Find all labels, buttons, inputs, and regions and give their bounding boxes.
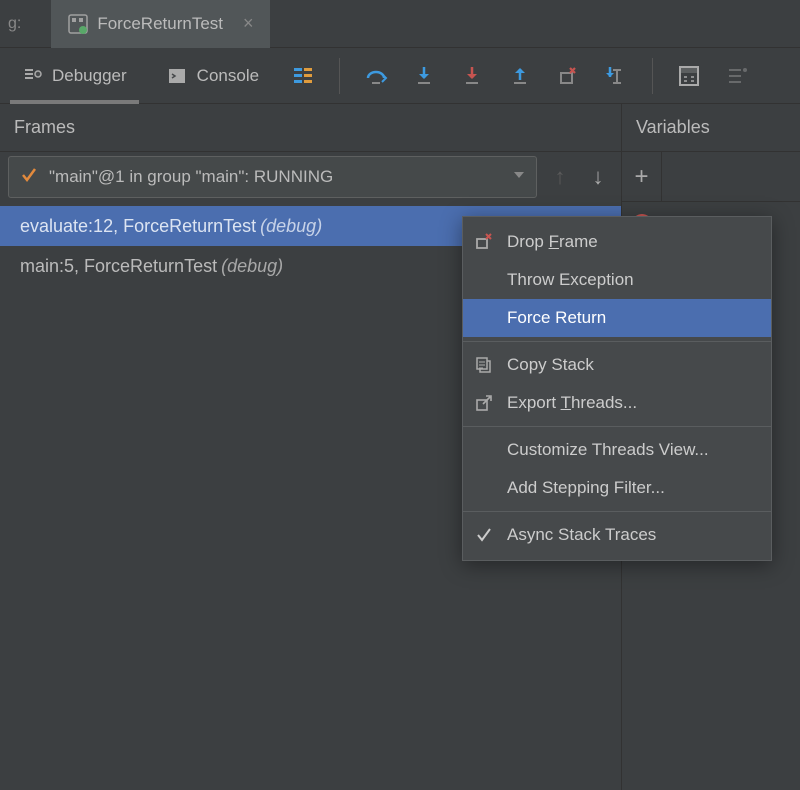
- check-icon: [473, 526, 495, 544]
- frame-location: main:5, ForceReturnTest: [20, 256, 217, 277]
- copy-icon: [473, 356, 495, 374]
- separator: [463, 511, 771, 512]
- debugger-toolbar: Debugger Console: [0, 48, 800, 104]
- separator: [652, 58, 653, 94]
- thread-selector[interactable]: "main"@1 in group "main": RUNNING: [8, 156, 537, 198]
- ctx-label: Add Stepping Filter...: [507, 478, 665, 498]
- run-config-icon: [67, 13, 89, 35]
- variables-header: Variables: [622, 104, 800, 152]
- separator: [463, 426, 771, 427]
- close-icon[interactable]: ×: [243, 13, 254, 34]
- ctx-force-return[interactable]: Force Return: [463, 299, 771, 337]
- step-over-icon[interactable]: [360, 60, 392, 92]
- frame-location: evaluate:12, ForceReturnTest: [20, 216, 256, 237]
- debugger-icon: [22, 66, 42, 86]
- ctx-throw-exception[interactable]: Throw Exception: [463, 261, 771, 299]
- export-icon: [473, 394, 495, 412]
- tab-debugger-label: Debugger: [52, 66, 127, 86]
- step-out-icon[interactable]: [504, 60, 536, 92]
- tab-debugger[interactable]: Debugger: [10, 48, 139, 104]
- ctx-label: Customize Threads View...: [507, 440, 709, 460]
- thread-selector-text: "main"@1 in group "main": RUNNING: [49, 167, 502, 187]
- console-icon: [167, 66, 187, 86]
- thread-running-icon: [19, 165, 39, 190]
- run-to-cursor-icon[interactable]: [600, 60, 632, 92]
- ctx-label: Force Return: [507, 308, 606, 328]
- ctx-add-stepping-filter[interactable]: Add Stepping Filter...: [463, 469, 771, 507]
- ctx-label: Copy Stack: [507, 355, 594, 375]
- drop-frame-icon: [473, 232, 495, 252]
- next-frame-icon[interactable]: ↓: [583, 164, 613, 190]
- context-menu: Drop Frame Throw Exception Force Return …: [462, 216, 772, 561]
- tab-console[interactable]: Console: [155, 48, 271, 104]
- title-prefix: g:: [0, 15, 21, 33]
- separator: [339, 58, 340, 94]
- frame-suffix: (debug): [260, 216, 322, 237]
- ctx-copy-stack[interactable]: Copy Stack: [463, 346, 771, 384]
- ctx-drop-frame[interactable]: Drop Frame: [463, 223, 771, 261]
- prev-frame-icon: ↑: [545, 164, 575, 190]
- editor-tab[interactable]: ForceReturnTest ×: [51, 0, 269, 48]
- threads-view-icon[interactable]: [287, 60, 319, 92]
- force-step-into-icon[interactable]: [456, 60, 488, 92]
- frame-suffix: (debug): [221, 256, 283, 277]
- add-watch-button[interactable]: +: [622, 152, 662, 202]
- ctx-label: Async Stack Traces: [507, 525, 656, 545]
- frames-header: Frames: [0, 104, 621, 152]
- trace-current-stream-icon[interactable]: [721, 60, 753, 92]
- editor-tab-label: ForceReturnTest: [97, 14, 223, 34]
- step-into-icon[interactable]: [408, 60, 440, 92]
- ctx-label: Throw Exception: [507, 270, 634, 290]
- evaluate-expression-icon[interactable]: [673, 60, 705, 92]
- tab-console-label: Console: [197, 66, 259, 86]
- separator: [463, 341, 771, 342]
- ctx-async-stack-traces[interactable]: Async Stack Traces: [463, 516, 771, 554]
- ctx-customize-threads-view[interactable]: Customize Threads View...: [463, 431, 771, 469]
- ctx-export-threads[interactable]: Export Threads...: [463, 384, 771, 422]
- drop-frame-icon[interactable]: [552, 60, 584, 92]
- title-bar: g: ForceReturnTest ×: [0, 0, 800, 48]
- dropdown-icon: [512, 167, 526, 187]
